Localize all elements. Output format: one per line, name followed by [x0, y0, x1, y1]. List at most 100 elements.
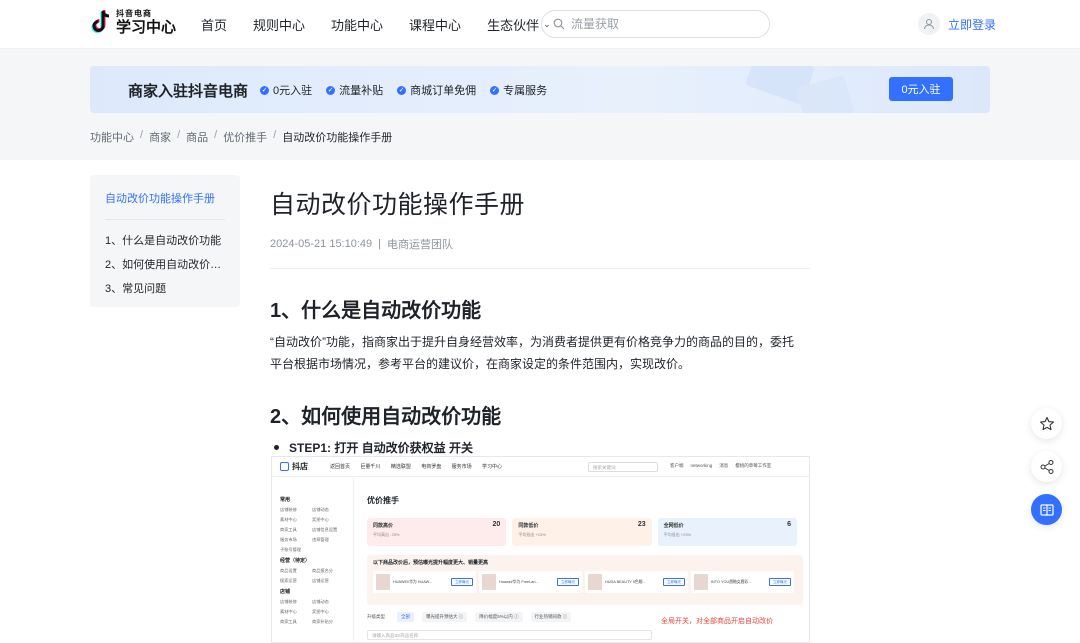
screenshot-input: 请输入商品ID/商品名称: [367, 630, 652, 640]
search-input[interactable]: [571, 17, 751, 31]
nav-courses-label: 课程中心: [409, 18, 462, 33]
search-icon: [553, 18, 565, 30]
screenshot-nav-item: 精选联盟: [390, 464, 411, 470]
side-link: 店铺运营: [312, 578, 329, 583]
favorite-button[interactable]: [1031, 408, 1062, 439]
screenshot-side-section: 常用: [280, 497, 291, 503]
section-heading-1: 1、什么是自动改价功能: [270, 300, 482, 322]
screenshot-side-row: 素材中心 奖惩中心: [280, 517, 345, 523]
nav-partners-label: 生态伙伴: [487, 18, 540, 33]
side-link: 素材中心: [280, 517, 297, 522]
user-icon: [924, 19, 934, 30]
product-item: INTO YOU唇釉女唇彩... 立即曝光: [691, 571, 794, 593]
screenshot-side-section: 店铺: [280, 589, 291, 595]
article-meta: 2024-05-21 15:10:49 | 电商运营团队: [270, 236, 810, 252]
side-link: 子账号管理: [280, 547, 301, 552]
main-nav: 首页 规则中心 功能中心 课程中心 生态伙伴 ⌄: [201, 0, 577, 49]
stat-card: 全网低价 6 平均低出 +23%: [657, 518, 797, 546]
check-icon: ✓: [397, 85, 407, 95]
nav-home[interactable]: 首页: [201, 15, 227, 34]
banner-tag-label: 流量补贴: [339, 85, 384, 97]
screenshot-side-section: 经营（待定）: [280, 558, 311, 564]
product-item: Huawei/华为 FreeLan... 立即曝光: [479, 571, 582, 593]
product-name: HUDA BEAUTY 9色眼...: [605, 579, 646, 584]
logo[interactable]: 抖音电商 学习中心: [90, 9, 176, 35]
breadcrumb-link[interactable]: 优价推手: [223, 129, 267, 145]
divider: [270, 268, 810, 269]
banner-tag-label: 商城订单免佣: [410, 85, 477, 97]
stat-card-count: 6: [787, 521, 791, 528]
side-link: 服务市场: [280, 537, 297, 542]
breadcrumb-separator: /: [177, 129, 181, 141]
screenshot-side-row: 素材中心 奖惩中心: [280, 609, 345, 615]
screenshot-logo: 抖店: [280, 461, 308, 472]
screenshot-promo: 以下商品改价后，预估曝光提升幅度更大、销量更高 HUAWEI/华为 HUAW..…: [367, 555, 803, 605]
logo-subtitle: 抖音电商: [116, 8, 152, 18]
filter-label: 升级类型: [367, 614, 385, 619]
screenshot-cards: 同款高价 20 平均高出 -78% 同款低价 23 平均低出 +15% 全网低价 6 平均低…: [367, 518, 803, 546]
screenshot-nav-item: 服务市场: [451, 464, 472, 470]
breadcrumb-link[interactable]: 商品: [186, 129, 208, 145]
breadcrumb-current: 自动改价功能操作手册: [282, 132, 393, 144]
toc-item[interactable]: 3、常见问题: [105, 280, 225, 296]
check-icon: ✓: [490, 85, 500, 95]
product-name: INTO YOU唇釉女唇彩...: [711, 579, 752, 584]
screenshot-nav-item: 学习中心: [482, 464, 503, 470]
screenshot-side-row: 商品设置 商品报名分: [280, 568, 345, 574]
star-icon: [1039, 416, 1054, 430]
nav-features[interactable]: 功能中心: [331, 15, 383, 34]
share-icon: [1040, 459, 1053, 474]
screenshot-side-row: 商家工具 店铺信息设置: [280, 527, 345, 533]
reading-mode-button[interactable]: [1031, 494, 1062, 525]
banner-tag: ✓ 专属服务: [490, 82, 547, 98]
check-icon: ✓: [260, 85, 269, 95]
product-button: 立即曝光: [769, 578, 791, 586]
screenshot-nav-item: 巨量千川: [360, 464, 381, 470]
nav-courses[interactable]: 课程中心: [409, 15, 461, 34]
product-button: 立即曝光: [557, 578, 579, 586]
breadcrumb-separator: /: [273, 129, 277, 141]
screenshot-topright-item: networking: [690, 463, 713, 468]
filter-chip: 降价幅度5%以内 ⓘ: [475, 612, 523, 622]
side-link: 商品设置: [280, 568, 297, 573]
side-link: 商家工具: [280, 619, 297, 624]
stat-card-count: 20: [492, 521, 501, 528]
side-link: 商家工具: [280, 527, 297, 532]
book-icon: [1039, 503, 1054, 516]
toc-title[interactable]: 自动改价功能操作手册: [105, 190, 225, 220]
breadcrumb-link[interactable]: 功能中心: [90, 129, 134, 145]
side-link: 商品报名分: [312, 568, 333, 573]
douyin-logo-icon: [91, 10, 110, 33]
screenshot-topright-item: 消息: [719, 463, 729, 468]
nav-rules[interactable]: 规则中心: [253, 15, 305, 34]
search-box[interactable]: [541, 10, 770, 38]
publish-date: 2024-05-21 15:10:49: [270, 238, 373, 250]
toc-item[interactable]: 2、如何使用自动改价功能: [105, 256, 225, 272]
avatar[interactable]: [918, 13, 940, 35]
login-link[interactable]: 立即登录: [948, 16, 996, 33]
stat-card-count: 23: [637, 521, 646, 528]
join-button[interactable]: 0元入驻: [889, 77, 953, 101]
breadcrumb-link[interactable]: 商家: [149, 129, 171, 145]
stat-card-sub: 平均高出 -78%: [373, 532, 400, 537]
stat-card-title: 全网低价: [663, 523, 684, 529]
merchant-banner[interactable]: 商家入驻抖音电商 ✓ 0元入驻 ✓ 流量补贴 ✓ 商城订单免佣 ✓ 专属服务 0元入驻: [90, 66, 990, 113]
stat-card-sub: 平均低出 +15%: [518, 532, 546, 537]
share-button[interactable]: [1031, 451, 1062, 482]
screenshot-nav: 返回首页 巨量千川 精选联盟 电商罗盘 服务市场 学习中心: [330, 463, 511, 470]
product-list: HUAWEI/华为 HUAW... 立即曝光 Huawei/华为 FreeLan.…: [373, 571, 797, 593]
screenshot-heading: 优价推手: [367, 496, 399, 505]
screenshot-side-row: 服务市场 违章管理: [280, 537, 345, 543]
side-link: 搜索运营: [280, 578, 297, 583]
screenshot-topright-item: 樱桃的草莓工作室: [735, 463, 772, 468]
banner-decoration: [746, 66, 854, 113]
stat-card-sub: 平均低出 +23%: [663, 532, 692, 537]
banner-tag: ✓ 0元入驻: [260, 82, 312, 98]
product-image: [588, 574, 602, 590]
side-link: 奖惩中心: [312, 517, 329, 522]
toc-item[interactable]: 1、什么是自动改价功能: [105, 232, 225, 248]
filter-chip: 行业热销同款 ⓘ: [530, 612, 572, 622]
nav-rules-label: 规则中心: [253, 18, 306, 33]
banner-title: 商家入驻抖音电商: [128, 83, 249, 100]
screenshot-main: 优价推手 同款高价 20 平均高出 -78% 同款低价 23 平均低出 +15% 全网低…: [367, 495, 803, 622]
